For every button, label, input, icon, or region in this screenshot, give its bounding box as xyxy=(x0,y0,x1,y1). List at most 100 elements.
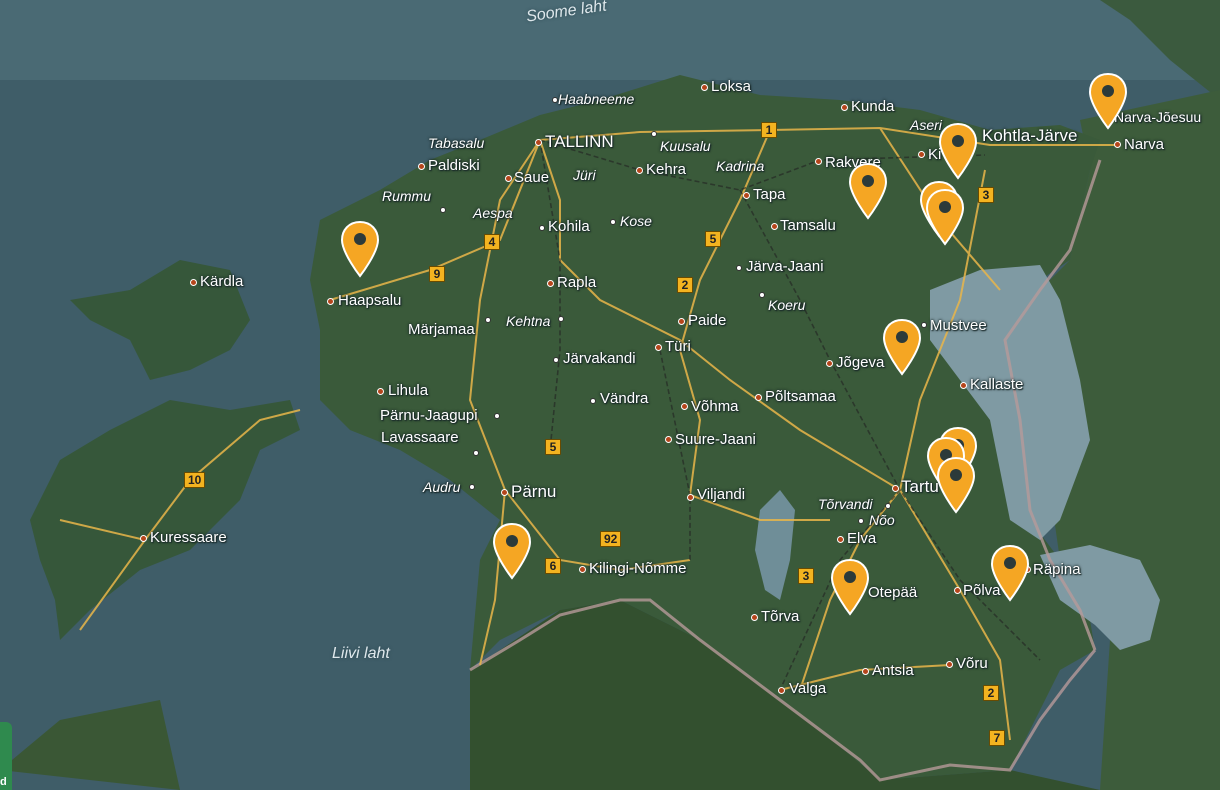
city-dot xyxy=(858,518,864,524)
road-shield-2: 2 xyxy=(983,685,999,701)
city-label-paldiski: Paldiski xyxy=(428,157,480,174)
city-label-rummu: Rummu xyxy=(382,188,432,204)
city-label-valga: Valga xyxy=(789,680,827,697)
city-label-aespa: Aespa xyxy=(473,205,513,221)
city-label-kohtla-jarve: Kohtla-Järve xyxy=(982,126,1078,145)
city-label-kunda: Kunda xyxy=(851,98,895,115)
city-label-jogeva: Jõgeva xyxy=(836,354,885,371)
city-label-suure-jaani: Suure-Jaani xyxy=(675,431,756,448)
city-dot xyxy=(377,388,384,395)
city-dot xyxy=(826,360,833,367)
city-label-kohila: Kohila xyxy=(548,218,590,235)
road-shield-5: 5 xyxy=(545,439,561,455)
city-label-mustvee: Mustvee xyxy=(930,317,987,334)
map-pin-icon[interactable] xyxy=(990,544,1030,602)
city-dot xyxy=(815,158,822,165)
city-label-juri: Jüri xyxy=(573,167,596,183)
city-dot xyxy=(440,207,446,213)
city-label-audru: Audru xyxy=(423,479,461,495)
city-dot xyxy=(485,317,491,323)
city-label-kose: Kose xyxy=(620,213,652,229)
city-label-haabneeme: Haabneeme xyxy=(558,91,635,107)
city-dot xyxy=(687,494,694,501)
map-pin-icon[interactable] xyxy=(925,188,965,246)
city-label-lihula: Lihula xyxy=(388,382,429,399)
capital-dot xyxy=(535,139,542,146)
city-dot xyxy=(665,436,672,443)
city-dot xyxy=(553,357,559,363)
map-pin-icon[interactable] xyxy=(938,122,978,180)
map-pin-icon[interactable] xyxy=(936,456,976,514)
city-dot xyxy=(140,535,147,542)
city-label-parnu-jaagupi: Pärnu-Jaagupi xyxy=(380,407,478,424)
city-dot xyxy=(590,398,596,404)
city-label-otepaa: Otepää xyxy=(868,584,918,601)
road-shield-2: 2 xyxy=(677,277,693,293)
city-dot xyxy=(469,484,475,490)
city-dot xyxy=(494,413,500,419)
city-dot xyxy=(651,131,657,137)
city-label-saue: Saue xyxy=(514,169,550,186)
map-pin-icon[interactable] xyxy=(340,220,380,278)
city-label-kilingi-nomme: Kilingi-Nõmme xyxy=(589,560,687,577)
road-shield-92: 92 xyxy=(600,531,622,547)
city-label-poltsamaa: Põltsamaa xyxy=(765,388,836,405)
city-label-noo: Nõo xyxy=(869,512,895,528)
road-shield-3: 3 xyxy=(798,568,814,584)
city-label-marjamaa: Märjamaa xyxy=(408,321,475,338)
road-shield-9: 9 xyxy=(429,266,445,282)
city-label-turi: Türi xyxy=(665,338,691,355)
city-dot xyxy=(885,503,891,509)
map-pin-icon[interactable] xyxy=(1088,72,1128,130)
city-label-kehra: Kehra xyxy=(646,161,687,178)
city-dot xyxy=(1114,141,1121,148)
city-dot xyxy=(960,382,967,389)
city-dot xyxy=(681,403,688,410)
city-dot xyxy=(655,344,662,351)
city-dot xyxy=(505,175,512,182)
city-label-kuressaare: Kuressaare xyxy=(150,529,227,546)
city-dot xyxy=(610,219,616,225)
city-label-kallaste: Kallaste xyxy=(970,376,1024,393)
city-label-lavassaare: Lavassaare xyxy=(381,429,459,446)
city-label-tamsalu: Tamsalu xyxy=(780,217,836,234)
city-label-voru: Võru xyxy=(956,655,988,672)
water-label-liivi-laht: Liivi laht xyxy=(332,645,390,662)
city-label-tabasalu: Tabasalu xyxy=(428,135,485,151)
side-panel-tab-label: d xyxy=(0,776,7,788)
city-dot xyxy=(946,661,953,668)
city-dot xyxy=(539,225,545,231)
city-dot xyxy=(918,151,925,158)
city-dot xyxy=(547,280,554,287)
road-shield-3: 3 xyxy=(978,187,994,203)
map-pin-icon[interactable] xyxy=(848,162,888,220)
city-label-haapsalu: Haapsalu xyxy=(338,292,402,309)
city-label-antsla: Antsla xyxy=(872,662,914,679)
map-pin-icon[interactable] xyxy=(882,318,922,376)
city-dot xyxy=(418,163,425,170)
city-dot xyxy=(862,668,869,675)
city-label-tapa: Tapa xyxy=(753,186,786,203)
city-dot xyxy=(759,292,765,298)
map-pin-icon[interactable] xyxy=(492,522,532,580)
city-dot xyxy=(701,84,708,91)
city-label-jarva-jaani: Järva-Jaani xyxy=(746,258,824,275)
city-dot xyxy=(678,318,685,325)
city-dot xyxy=(327,298,334,305)
city-dot xyxy=(751,614,758,621)
city-label-kardla: Kärdla xyxy=(200,273,244,290)
city-dot xyxy=(755,394,762,401)
city-label-paide: Paide xyxy=(688,312,727,329)
city-label-koeru: Koeru xyxy=(768,297,806,313)
map-pin-icon[interactable] xyxy=(830,558,870,616)
city-label-vohma: Võhma xyxy=(691,398,739,415)
city-label-parnu: Pärnu xyxy=(511,482,557,501)
city-label-loksa: Loksa xyxy=(711,78,752,95)
city-dot xyxy=(579,566,586,573)
road-shield-6: 6 xyxy=(545,558,561,574)
road-shield-5: 5 xyxy=(705,231,721,247)
city-dot xyxy=(736,265,742,271)
city-dot xyxy=(636,167,643,174)
city-dot xyxy=(954,587,961,594)
city-dot xyxy=(837,536,844,543)
